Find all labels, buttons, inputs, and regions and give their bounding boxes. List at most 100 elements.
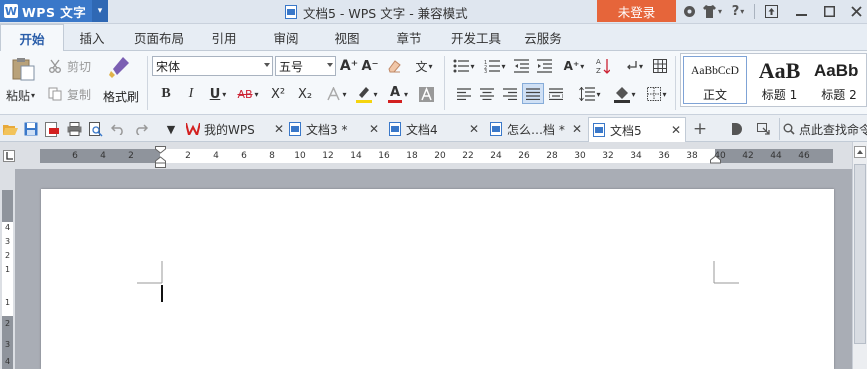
strikethrough-button[interactable]: AB ▾	[233, 85, 263, 103]
save-button[interactable]	[23, 120, 39, 138]
app-menu-dropdown-icon[interactable]: ▾	[92, 0, 108, 22]
quick-access-dropdown[interactable]: ▼	[164, 120, 178, 138]
show-hide-marks-button[interactable]: ▾	[622, 57, 646, 75]
align-left-button[interactable]	[456, 86, 472, 102]
align-right-button[interactable]	[502, 86, 518, 102]
ruler-number: 2	[4, 251, 11, 260]
ruler-number: 44	[770, 151, 782, 161]
character-shading-button[interactable]	[417, 85, 435, 103]
cut-button[interactable]: 剪切	[48, 57, 91, 75]
tab-stop-selector[interactable]	[3, 150, 15, 162]
copy-button[interactable]: 复制	[48, 85, 91, 103]
highlight-button[interactable]: ▾	[353, 84, 381, 104]
left-indent-marker[interactable]	[155, 146, 166, 168]
increase-indent-button[interactable]	[536, 57, 552, 75]
document-icon	[289, 122, 301, 136]
borders-button[interactable]: ▾	[643, 85, 671, 103]
underline-button[interactable]: U ▾	[206, 85, 230, 103]
skin-icon[interactable]	[680, 1, 698, 21]
doc-tab-active[interactable]: 文档5 ✕	[588, 117, 686, 142]
ruler-number: 38	[686, 151, 698, 161]
change-case-button[interactable]: A⁺ ▾	[561, 57, 587, 75]
clear-format-button[interactable]	[385, 57, 403, 75]
table-button[interactable]	[651, 57, 669, 75]
tab-home[interactable]: 开始	[0, 24, 64, 52]
paste-button[interactable]: 粘贴 ▾	[6, 57, 42, 107]
italic-button[interactable]: I	[183, 85, 199, 103]
line-spacing-button[interactable]: ▾	[576, 85, 604, 103]
grow-font-button[interactable]: A⁺	[340, 57, 358, 75]
ribbon-separator	[147, 56, 148, 110]
doc-tab[interactable]: 我的WPS ✕	[186, 118, 284, 140]
clipboard-icon	[12, 58, 35, 81]
align-center-icon	[480, 88, 494, 100]
doc-tab[interactable]: 怎么…档 * ✕	[490, 118, 582, 140]
highlighter-icon	[356, 87, 373, 103]
font-color-icon: A	[389, 84, 401, 100]
print-preview-button[interactable]	[88, 120, 104, 138]
tab-view[interactable]: 视图	[326, 24, 368, 51]
decrease-indent-button[interactable]	[513, 57, 529, 75]
close-tab-icon[interactable]: ✕	[274, 122, 284, 136]
command-search[interactable]: 点此查找命令	[779, 118, 867, 140]
undo-button[interactable]	[110, 120, 126, 138]
vertical-scrollbar[interactable]	[852, 142, 867, 369]
ruler-number: 6	[241, 151, 247, 161]
style-normal[interactable]: AaBbCcD 正文	[683, 56, 747, 104]
tab-insert[interactable]: 插入	[70, 24, 114, 51]
phonetic-guide-button[interactable]: 文 ▾	[410, 56, 438, 76]
font-name-select[interactable]: 宋体	[152, 56, 273, 76]
distributed-button[interactable]	[548, 86, 564, 102]
upload-button[interactable]	[757, 0, 785, 22]
app-menu-button[interactable]: W WPS 文字 ▾	[0, 0, 108, 22]
doc-tab[interactable]: 文档3 * ✕	[289, 118, 379, 140]
pdf-icon	[45, 121, 59, 137]
maximize-button[interactable]	[815, 0, 843, 22]
tab-review[interactable]: 审阅	[265, 24, 307, 51]
close-tab-icon[interactable]: ✕	[572, 122, 582, 136]
bullets-button[interactable]: ▾	[450, 57, 478, 75]
style-heading-1[interactable]: AaB 标题 1	[751, 56, 808, 104]
shirt-icon[interactable]: ▾	[701, 1, 723, 21]
text-effect-button[interactable]: ▾	[324, 85, 350, 103]
shading-button[interactable]: ▾	[610, 84, 640, 104]
superscript-button[interactable]: X²	[268, 85, 288, 103]
tab-references[interactable]: 引用	[203, 24, 245, 51]
align-center-button[interactable]	[479, 86, 495, 102]
scroll-thumb[interactable]	[854, 164, 866, 344]
help-button[interactable]: ? ▾	[728, 1, 748, 21]
export-pdf-button[interactable]	[44, 120, 60, 138]
subscript-button[interactable]: X₂	[295, 85, 315, 103]
wps-w-icon	[186, 123, 200, 135]
redo-button[interactable]	[133, 120, 149, 138]
font-color-button[interactable]: A ▾	[384, 84, 412, 104]
tab-cloud-services[interactable]: 云服务	[517, 24, 569, 51]
new-tab-button[interactable]: +	[692, 119, 708, 139]
close-tab-icon[interactable]: ✕	[469, 122, 479, 136]
strikethrough-icon: AB	[237, 87, 253, 101]
document-page[interactable]	[41, 189, 834, 369]
open-button[interactable]	[2, 120, 18, 138]
format-painter-button[interactable]: 格式刷	[101, 55, 141, 107]
doc-tab[interactable]: 文档4 ✕	[389, 118, 479, 140]
sort-button[interactable]: AZ	[594, 56, 612, 76]
shrink-font-button[interactable]: A⁻	[361, 57, 379, 75]
justify-button[interactable]	[522, 83, 544, 104]
numbering-button[interactable]: 1 2 3 ▾	[481, 57, 509, 75]
style-heading-2[interactable]: AaBb 标题 2	[811, 56, 867, 104]
bold-button[interactable]: B	[158, 85, 174, 103]
close-tab-icon[interactable]: ✕	[369, 122, 379, 136]
phonetic-icon: 文	[415, 59, 428, 74]
tab-chapter[interactable]: 章节	[388, 24, 430, 51]
right-indent-marker[interactable]	[710, 152, 721, 166]
print-button[interactable]	[66, 120, 82, 138]
minimize-button[interactable]	[787, 0, 815, 22]
close-tab-icon[interactable]: ✕	[671, 123, 681, 137]
login-button[interactable]: 未登录	[597, 0, 676, 22]
tab-list-button[interactable]	[730, 120, 744, 138]
tab-page-layout[interactable]: 页面布局	[124, 24, 194, 51]
window-switch-button[interactable]	[755, 120, 771, 138]
close-button[interactable]	[842, 0, 867, 22]
tab-developer[interactable]: 开发工具	[444, 24, 508, 51]
font-size-select[interactable]: 五号	[275, 56, 336, 76]
